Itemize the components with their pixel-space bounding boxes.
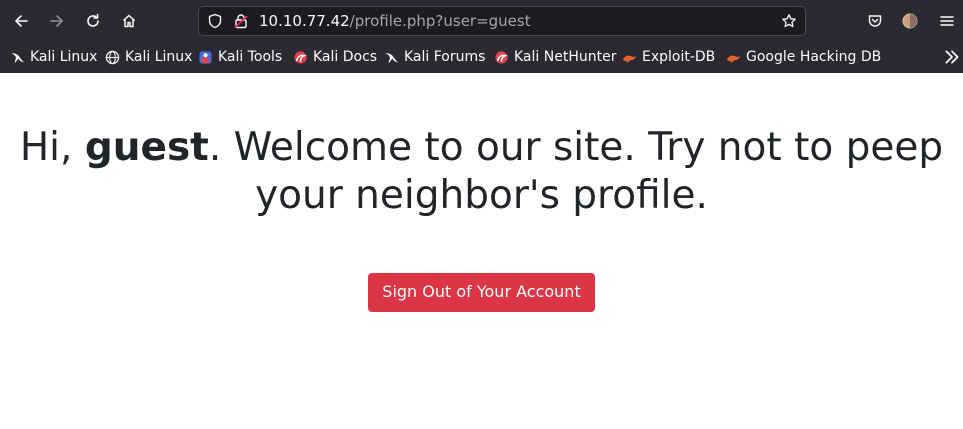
- kali-dragon-icon: [384, 52, 399, 63]
- bookmark-google-hacking-db[interactable]: Google Hacking DB: [726, 46, 881, 68]
- forward-arrow-icon: [50, 15, 63, 27]
- kali-red-icon: [294, 50, 307, 64]
- bookmark-label: Kali Linux: [30, 49, 98, 65]
- pocket-button[interactable]: [862, 8, 888, 34]
- bookmark-kali-docs[interactable]: Kali Docs: [293, 46, 377, 68]
- hamburger-menu-icon: [940, 16, 954, 26]
- account-button[interactable]: [897, 8, 923, 34]
- bookmark-label: Kali NetHunter: [514, 49, 617, 65]
- bookmark-kali-forums[interactable]: Kali Forums: [384, 46, 485, 68]
- menu-button[interactable]: [934, 8, 960, 34]
- welcome-heading: Hi, guest. Welcome to our site. Try not …: [0, 73, 963, 220]
- bookmark-kali-linux-2[interactable]: Kali Linux: [105, 46, 192, 68]
- kali-dragon-icon: [10, 52, 25, 63]
- bookmark-label: Kali Tools: [218, 49, 283, 65]
- insecure-lock-icon[interactable]: [233, 13, 249, 29]
- greeting-suffix: . Welcome to our site. Try not to peep: [208, 125, 944, 170]
- sign-out-button[interactable]: Sign Out of Your Account: [368, 273, 595, 312]
- kali-tools-icon: [199, 50, 212, 64]
- forward-button[interactable]: [44, 8, 70, 34]
- exploit-db-icon: [622, 55, 637, 63]
- account-avatar-icon: [902, 13, 918, 29]
- home-button[interactable]: [116, 8, 142, 34]
- reload-button[interactable]: [80, 8, 106, 34]
- back-button[interactable]: [8, 8, 34, 34]
- globe-icon: [105, 50, 120, 64]
- url-host: 10.10.77.42: [259, 12, 350, 30]
- exploit-db-icon: [726, 55, 741, 63]
- navigation-toolbar: 10.10.77.42/profile.php?user=guest: [0, 0, 963, 42]
- home-icon: [122, 14, 136, 28]
- pocket-icon: [868, 15, 882, 27]
- back-arrow-icon: [15, 15, 28, 27]
- username: guest: [84, 125, 209, 170]
- bookmark-label: Kali Docs: [313, 49, 378, 65]
- bookmark-exploit-db[interactable]: Exploit-DB: [622, 46, 715, 68]
- bookmark-label: Google Hacking DB: [746, 49, 882, 65]
- shield-icon[interactable]: [207, 13, 223, 29]
- bookmark-label: Kali Forums: [404, 49, 486, 65]
- welcome-line-1: Hi, guest. Welcome to our site. Try not …: [0, 124, 963, 172]
- kali-red-icon: [495, 50, 508, 64]
- address-bar[interactable]: 10.10.77.42/profile.php?user=guest: [198, 6, 806, 36]
- bookmark-label: Exploit-DB: [642, 49, 716, 65]
- chevron-double-right-icon[interactable]: [943, 48, 961, 66]
- bookmark-star-icon[interactable]: [781, 13, 797, 29]
- bookmark-label: Kali Linux: [125, 49, 193, 65]
- bookmark-kali-tools[interactable]: Kali Tools: [198, 46, 282, 68]
- bookmark-kali-linux[interactable]: Kali Linux: [10, 46, 97, 68]
- browser-chrome: 10.10.77.42/profile.php?user=guest Kali …: [0, 0, 963, 73]
- reload-icon: [87, 13, 99, 27]
- url-text[interactable]: 10.10.77.42/profile.php?user=guest: [259, 12, 531, 30]
- bookmark-kali-nethunter[interactable]: Kali NetHunter: [494, 46, 616, 68]
- greeting-prefix: Hi,: [19, 125, 85, 170]
- welcome-line-2: your neighbor's profile.: [255, 173, 708, 218]
- page-content: Hi, guest. Welcome to our site. Try not …: [0, 73, 963, 312]
- bookmarks-toolbar: Kali Linux Kali Linux Kali Tools Kali Do…: [0, 42, 963, 73]
- url-path: /profile.php?user=guest: [349, 12, 531, 30]
